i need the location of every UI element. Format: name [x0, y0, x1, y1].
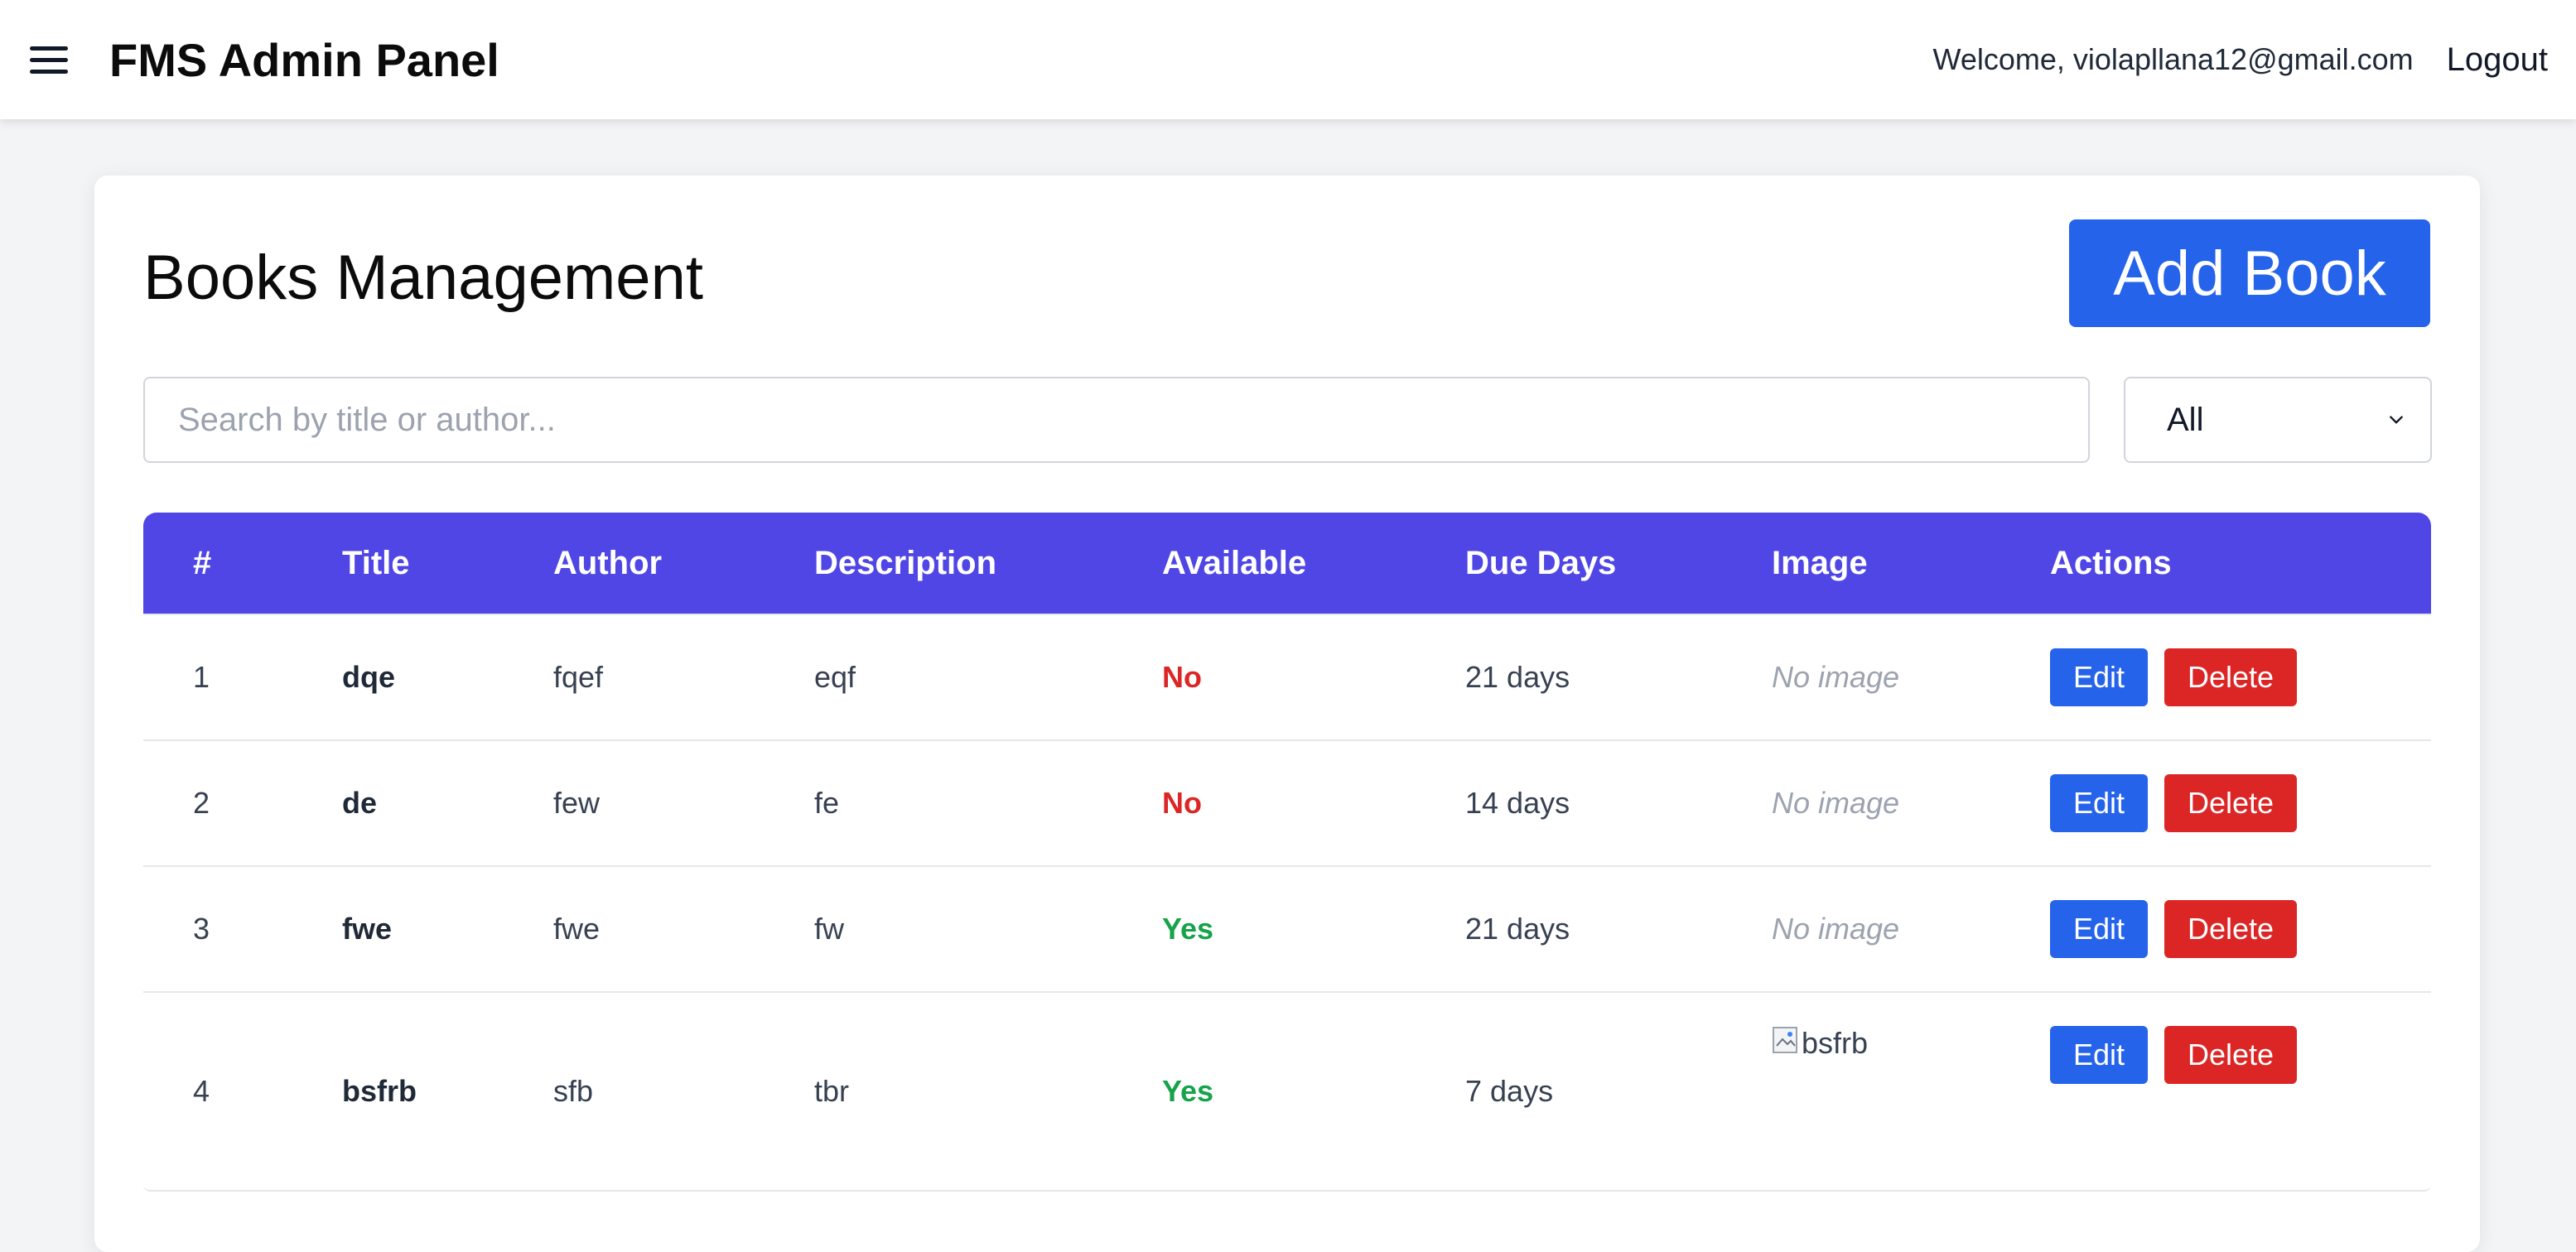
- search-input[interactable]: [143, 377, 2090, 463]
- edit-button[interactable]: Edit: [2050, 774, 2148, 832]
- row-due-days: 21 days: [1465, 660, 1570, 694]
- row-actions: Edit Delete: [2050, 993, 2431, 1084]
- app-title: FMS Admin Panel: [109, 33, 499, 86]
- hamburger-menu-icon[interactable]: [30, 40, 70, 79]
- row-description: tbr: [814, 1074, 850, 1108]
- row-due-days: 21 days: [1465, 912, 1570, 946]
- table-row: 3 fwe fwe fw Yes 21 days No image Edit D…: [143, 865, 2431, 991]
- header-title: Title: [342, 544, 410, 581]
- broken-image-icon: [1773, 1027, 1797, 1053]
- broken-image: bsfrb: [1772, 1026, 2050, 1061]
- page-title: Books Management: [143, 243, 703, 313]
- row-num: 2: [193, 786, 210, 820]
- row-available: Yes: [1162, 912, 1214, 946]
- header-due-days: Due Days: [1465, 544, 1617, 581]
- row-title: de: [342, 786, 378, 820]
- header-available: Available: [1162, 544, 1307, 581]
- edit-button[interactable]: Edit: [2050, 1026, 2148, 1084]
- table-row: 4 bsfrb sfb tbr Yes 7 days bsfrb Edit De…: [143, 991, 2431, 1190]
- table-header: # Title Author Description Available Due…: [143, 513, 2431, 614]
- row-title: bsfrb: [342, 1074, 417, 1108]
- logout-button[interactable]: Logout: [2447, 41, 2548, 79]
- row-title: fwe: [342, 912, 393, 946]
- delete-button[interactable]: Delete: [2164, 900, 2297, 958]
- chevron-down-icon: [2390, 416, 2403, 424]
- row-description: fe: [814, 786, 840, 820]
- row-image: bsfrb: [1772, 993, 2050, 1061]
- books-table: # Title Author Description Available Due…: [143, 513, 2431, 1192]
- row-actions: Edit Delete: [2050, 648, 2431, 706]
- row-author: sfb: [553, 1074, 594, 1108]
- books-card: Books Management Add Book All # Title Au…: [94, 176, 2480, 1252]
- row-due-days: 7 days: [1465, 1074, 1554, 1108]
- row-description: fw: [814, 912, 844, 946]
- filter-selected-value: All: [2167, 401, 2204, 438]
- delete-button[interactable]: Delete: [2164, 648, 2297, 706]
- image-alt-text: bsfrb: [1802, 1026, 1869, 1060]
- edit-button[interactable]: Edit: [2050, 648, 2148, 706]
- row-due-days: 14 days: [1465, 786, 1570, 820]
- table-row: 1 dqe fqef eqf No 21 days No image Edit …: [143, 614, 2431, 739]
- row-available: No: [1162, 786, 1202, 820]
- row-num: 3: [193, 912, 210, 946]
- header-description: Description: [814, 544, 997, 581]
- row-image: No image: [1772, 912, 1900, 946]
- row-author: few: [553, 786, 601, 820]
- nav-right: Welcome, violapllana12@gmail.com Logout: [1933, 41, 2548, 79]
- welcome-text: Welcome, violapllana12@gmail.com: [1932, 42, 2414, 76]
- availability-filter-select[interactable]: All: [2124, 377, 2432, 463]
- row-available: Yes: [1162, 1074, 1214, 1108]
- row-image: No image: [1772, 786, 1900, 820]
- edit-button[interactable]: Edit: [2050, 900, 2148, 958]
- add-book-button[interactable]: Add Book: [2069, 219, 2430, 327]
- delete-button[interactable]: Delete: [2164, 774, 2297, 832]
- row-image: No image: [1772, 660, 1900, 694]
- top-navbar: FMS Admin Panel Welcome, violapllana12@g…: [0, 0, 2576, 119]
- row-actions: Edit Delete: [2050, 774, 2431, 832]
- table-row: 2 de few fe No 14 days No image Edit Del…: [143, 739, 2431, 865]
- header-actions: Actions: [2050, 544, 2172, 581]
- row-num: 1: [193, 660, 210, 694]
- row-author: fqef: [553, 660, 604, 694]
- header-image: Image: [1772, 544, 1868, 581]
- row-actions: Edit Delete: [2050, 900, 2431, 958]
- row-num: 4: [193, 1074, 210, 1108]
- row-description: eqf: [814, 660, 856, 694]
- header-author: Author: [553, 544, 663, 581]
- row-available: No: [1162, 660, 1202, 694]
- row-title: dqe: [342, 660, 396, 694]
- row-author: fwe: [553, 912, 601, 946]
- header-num: #: [193, 544, 212, 581]
- delete-button[interactable]: Delete: [2164, 1026, 2297, 1084]
